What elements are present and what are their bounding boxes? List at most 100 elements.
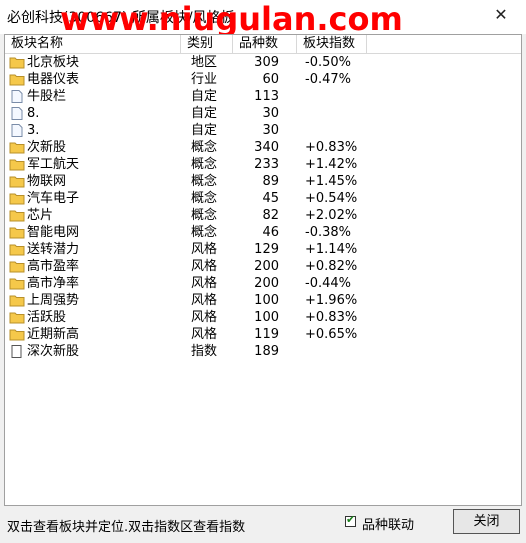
sector-name: 近期新高: [27, 327, 80, 342]
sector-index-change: -0.50%: [305, 55, 351, 70]
sector-count: 113: [254, 89, 279, 104]
sector-count: 119: [254, 327, 279, 342]
document-icon: [9, 90, 25, 103]
sector-type: 风格: [191, 293, 218, 308]
table-row[interactable]: 北京板块 地区 309 -0.50%: [5, 54, 521, 71]
table-row[interactable]: 3. 自定 30: [5, 122, 521, 139]
document-icon: [9, 124, 25, 137]
header-type[interactable]: 类别: [181, 35, 233, 53]
table-row[interactable]: 送转潜力 风格 129 +1.14%: [5, 241, 521, 258]
linkage-checkbox[interactable]: ✔: [345, 513, 356, 527]
sector-index-change: +0.83%: [305, 310, 358, 325]
sector-type: 风格: [191, 242, 218, 257]
header-name[interactable]: 板块名称: [5, 35, 181, 53]
sector-type: 风格: [191, 259, 218, 274]
sector-type: 概念: [191, 140, 218, 155]
folder-icon: [9, 260, 25, 273]
close-icon[interactable]: ✕: [492, 6, 510, 24]
sector-index-change: +1.45%: [305, 174, 358, 189]
list-rows: 北京板块 地区 309 -0.50% 电器仪表 行业 60 -0.47% 牛股栏 自定 113 8. 自…: [5, 54, 521, 360]
sector-index-change: +0.82%: [305, 259, 358, 274]
sector-name: 智能电网: [27, 225, 80, 240]
sector-count: 89: [262, 174, 279, 189]
sector-count: 309: [254, 55, 279, 70]
sector-index-change: +0.83%: [305, 140, 358, 155]
sector-count: 233: [254, 157, 279, 172]
table-row[interactable]: 活跃股 风格 100 +0.83%: [5, 309, 521, 326]
table-row[interactable]: 芯片 概念 82 +2.02%: [5, 207, 521, 224]
folder-icon: [9, 141, 25, 154]
sector-type: 概念: [191, 191, 218, 206]
close-button[interactable]: 关闭: [453, 509, 520, 534]
table-row[interactable]: 8. 自定 30: [5, 105, 521, 122]
table-row[interactable]: 牛股栏 自定 113: [5, 88, 521, 105]
sector-count: 200: [254, 259, 279, 274]
folder-icon: [9, 209, 25, 222]
table-row[interactable]: 物联网 概念 89 +1.45%: [5, 173, 521, 190]
sector-index-change: +0.54%: [305, 191, 358, 206]
sector-count: 82: [262, 208, 279, 223]
header-count[interactable]: 品种数: [233, 35, 297, 53]
title-bar: 必创科技(300667) 所属板块/风格板 www.niugulan.com ✕: [0, 0, 526, 38]
status-bar: 双击查看板块并定位.双击指数区查看指数 ✔ 品种联动 关闭: [0, 506, 526, 543]
header-index[interactable]: 板块指数: [297, 35, 367, 53]
table-row[interactable]: 智能电网 概念 46 -0.38%: [5, 224, 521, 241]
table-row[interactable]: 高市净率 风格 200 -0.44%: [5, 275, 521, 292]
sector-count: 46: [262, 225, 279, 240]
sector-index-change: -0.38%: [305, 225, 351, 240]
list-header: 板块名称 类别 品种数 板块指数: [5, 35, 521, 54]
sector-name: 汽车电子: [27, 191, 80, 206]
sector-name: 3.: [27, 123, 40, 138]
sector-type: 行业: [191, 72, 218, 87]
sector-type: 风格: [191, 276, 218, 291]
sector-type: 概念: [191, 174, 218, 189]
table-row[interactable]: 近期新高 风格 119 +0.65%: [5, 326, 521, 343]
sector-index-change: +1.42%: [305, 157, 358, 172]
sector-index-change: -0.47%: [305, 72, 351, 87]
table-row[interactable]: 高市盈率 风格 200 +0.82%: [5, 258, 521, 275]
sector-count: 60: [262, 72, 279, 87]
folder-icon: [9, 226, 25, 239]
sector-type: 风格: [191, 310, 218, 325]
sector-count: 340: [254, 140, 279, 155]
folder-icon: [9, 192, 25, 205]
folder-icon: [9, 311, 25, 324]
sector-index-change: +1.14%: [305, 242, 358, 257]
table-row[interactable]: 电器仪表 行业 60 -0.47%: [5, 71, 521, 88]
linkage-checkbox-label[interactable]: 品种联动: [362, 514, 414, 533]
sector-count: 129: [254, 242, 279, 257]
table-row[interactable]: 军工航天 概念 233 +1.42%: [5, 156, 521, 173]
sector-list[interactable]: 板块名称 类别 品种数 板块指数 北京板块 地区 309 -0.50% 电器仪表 行业 60…: [4, 34, 522, 506]
sector-name: 军工航天: [27, 157, 80, 172]
sector-name: 8.: [27, 106, 40, 121]
folder-icon: [9, 243, 25, 256]
sector-name: 深次新股: [27, 344, 80, 359]
sector-count: 30: [262, 123, 279, 138]
sector-count: 45: [262, 191, 279, 206]
sector-name: 电器仪表: [27, 72, 80, 87]
sector-type: 概念: [191, 225, 218, 240]
sector-name: 活跃股: [27, 310, 67, 325]
sector-name: 牛股栏: [27, 89, 67, 104]
table-row[interactable]: 汽车电子 概念 45 +0.54%: [5, 190, 521, 207]
table-row[interactable]: 上周强势 风格 100 +1.96%: [5, 292, 521, 309]
sector-name: 次新股: [27, 140, 67, 155]
sector-name: 芯片: [27, 208, 54, 223]
sector-type: 指数: [191, 344, 218, 359]
sector-type: 自定: [191, 106, 218, 121]
sector-count: 189: [254, 344, 279, 359]
document-icon: [9, 107, 25, 120]
folder-icon: [9, 328, 25, 341]
folder-icon: [9, 294, 25, 307]
sector-index-change: +2.02%: [305, 208, 358, 223]
folder-icon: [9, 56, 25, 69]
status-hint: 双击查看板块并定位.双击指数区查看指数: [7, 520, 246, 535]
folder-icon: [9, 73, 25, 86]
table-row[interactable]: 深次新股 指数 189: [5, 343, 521, 360]
sector-name: 北京板块: [27, 55, 80, 70]
sector-type: 风格: [191, 327, 218, 342]
sector-type: 自定: [191, 89, 218, 104]
sector-type: 地区: [191, 55, 218, 70]
table-row[interactable]: 次新股 概念 340 +0.83%: [5, 139, 521, 156]
blank-page-icon: [9, 345, 25, 358]
